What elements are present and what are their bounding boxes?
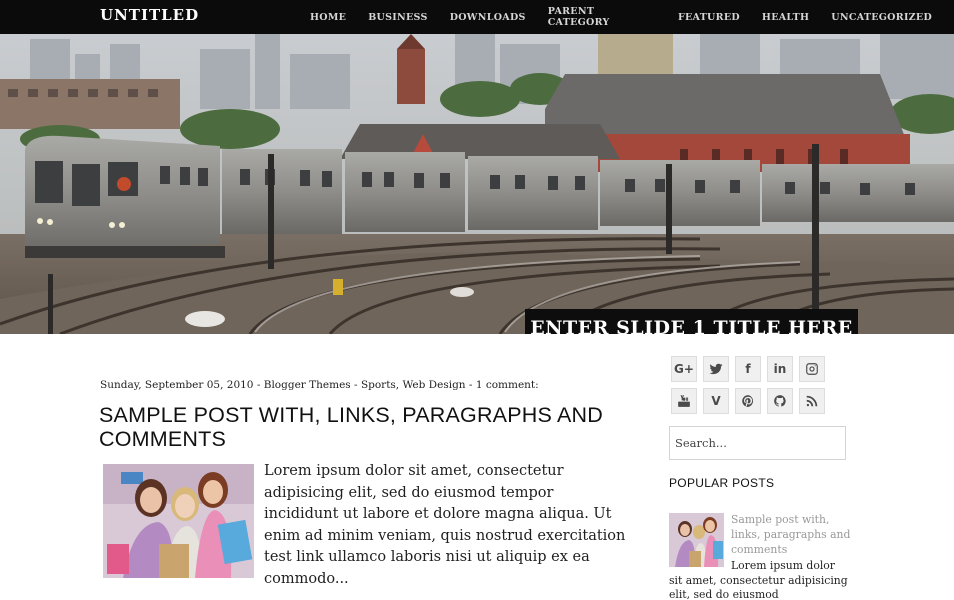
top-navbar: UNTITLED HOME BUSINESS DOWNLOADS PARENT … — [0, 0, 954, 34]
linkedin-icon[interactable]: in — [767, 356, 793, 382]
main-nav: HOME BUSINESS DOWNLOADS PARENT CATEGORY … — [300, 0, 954, 34]
shopping-women-image — [103, 464, 254, 578]
nav-uncategorized[interactable]: UNCATEGORIZED — [831, 12, 932, 23]
rss-icon[interactable] — [799, 388, 825, 414]
post-labels-link[interactable]: Sports, Web Design — [361, 379, 466, 391]
post-category-link[interactable]: Blogger Themes — [264, 379, 351, 391]
nav-downloads[interactable]: DOWNLOADS — [450, 12, 526, 23]
post-title[interactable]: SAMPLE POST WITH, LINKS, PARAGRAPHS AND … — [99, 403, 619, 451]
social-icons: G+ f in V — [671, 356, 831, 414]
hero-slider[interactable]: ENTER SLIDE 1 TITLE HERE — [0, 34, 954, 334]
meta-separator: - — [468, 379, 473, 391]
post-excerpt: Lorem ipsum dolor sit amet, consectetur … — [264, 463, 626, 587]
github-icon[interactable] — [767, 388, 793, 414]
meta-separator: - — [256, 379, 261, 391]
post-thumbnail[interactable] — [103, 464, 254, 578]
popular-posts-heading: POPULAR POSTS — [669, 476, 775, 490]
post-meta: Sunday, September 05, 2010 - Blogger The… — [100, 379, 539, 391]
twitter-icon[interactable] — [703, 356, 729, 382]
nav-parent-category[interactable]: PARENT CATEGORY — [548, 6, 656, 28]
popular-post-link[interactable]: Sample post with, links, paragraphs and … — [731, 512, 861, 557]
site-title[interactable]: UNTITLED — [100, 6, 199, 24]
post-comments-link[interactable]: 1 comment: — [476, 379, 539, 391]
instagram-icon[interactable] — [799, 356, 825, 382]
post-date: Sunday, September 05, 2010 — [100, 379, 254, 391]
nav-business[interactable]: BUSINESS — [368, 12, 427, 23]
google-plus-icon[interactable]: G+ — [671, 356, 697, 382]
search-input[interactable] — [669, 426, 846, 460]
pinterest-icon[interactable] — [735, 388, 761, 414]
nav-home[interactable]: HOME — [310, 12, 346, 23]
nav-health[interactable]: HEALTH — [762, 12, 809, 23]
slide-image — [0, 34, 954, 334]
popular-post-excerpt: Lorem ipsum dolor sit amet, consectetur … — [669, 559, 848, 600]
youtube-icon[interactable] — [671, 388, 697, 414]
slide-title[interactable]: ENTER SLIDE 1 TITLE HERE — [525, 309, 858, 334]
nav-featured[interactable]: FEATURED — [678, 12, 740, 23]
meta-separator: - — [354, 379, 358, 391]
facebook-icon[interactable]: f — [735, 356, 761, 382]
vimeo-icon[interactable]: V — [703, 388, 729, 414]
